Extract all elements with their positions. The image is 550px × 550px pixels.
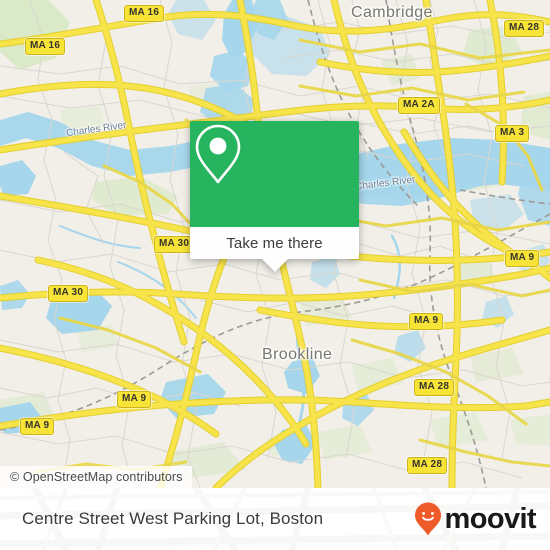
highway-shield-ma9-east: MA 9 <box>505 250 540 267</box>
take-me-there-label: Take me there <box>226 234 323 252</box>
highway-shield-ma16-west: MA 16 <box>25 38 66 55</box>
map-attribution-label: © OpenStreetMap contributors <box>10 470 183 484</box>
highway-shield-ma28-south: MA 28 <box>407 457 448 474</box>
moovit-pin-icon <box>414 502 441 536</box>
callout-icon-area <box>190 121 359 227</box>
highway-shield-ma30-north: MA 30 <box>154 236 195 253</box>
moovit-place-map-screen: Cambridge Brookline Charles River Charle… <box>0 0 550 550</box>
highway-shield-ma16-north: MA 16 <box>124 5 165 22</box>
map-canvas[interactable]: Cambridge Brookline Charles River Charle… <box>0 0 550 488</box>
highway-shield-ma28-mid: MA 28 <box>414 379 455 396</box>
moovit-wordmark: moovit <box>444 502 537 535</box>
highway-shield-ma9-mid: MA 9 <box>409 313 444 330</box>
highway-shield-ma30-west: MA 30 <box>48 285 89 302</box>
highway-shield-ma3: MA 3 <box>495 125 530 142</box>
callout-pointer <box>261 259 288 272</box>
highway-shield-ma2a: MA 2A <box>398 97 440 114</box>
map-attribution[interactable]: © OpenStreetMap contributors <box>0 466 192 488</box>
highway-shield-ma9-west: MA 9 <box>20 418 55 435</box>
footer-bar: Centre Street West Parking Lot, Boston m… <box>0 488 550 550</box>
moovit-logo[interactable]: moovit <box>413 501 537 537</box>
highway-shield-ma28-north: MA 28 <box>504 20 545 37</box>
take-me-there-callout[interactable]: Take me there <box>190 121 359 272</box>
place-title: Centre Street West Parking Lot, Boston <box>22 509 324 528</box>
map-pin-icon <box>195 124 241 184</box>
take-me-there-button[interactable]: Take me there <box>190 227 359 259</box>
highway-shield-ma9-south: MA 9 <box>117 391 152 408</box>
